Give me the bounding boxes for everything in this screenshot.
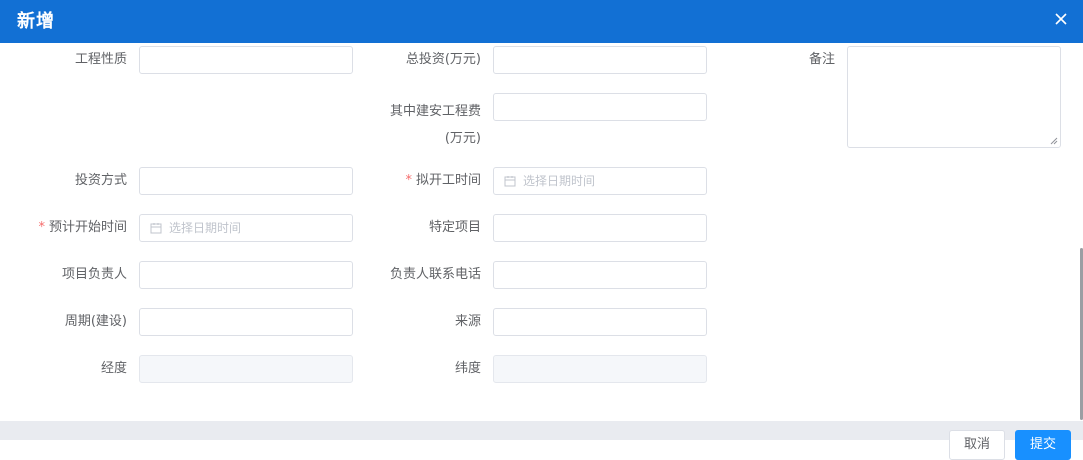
resize-grip-icon[interactable] bbox=[1050, 137, 1058, 145]
source-label: 来源 bbox=[454, 314, 481, 329]
expected-start-time-picker[interactable]: 选择日期时间 bbox=[139, 214, 353, 242]
calendar-icon bbox=[150, 223, 162, 234]
project-lead-label: 项目负责人 bbox=[61, 267, 127, 282]
specific-project-label: 特定项目 bbox=[428, 220, 481, 235]
investment-method-input[interactable] bbox=[139, 167, 353, 195]
construction-period-input[interactable] bbox=[139, 308, 353, 336]
planned-start-time-label-text: 拟开工时间 bbox=[415, 173, 481, 188]
project-nature-input[interactable] bbox=[139, 46, 353, 74]
planned-start-time-picker[interactable]: 选择日期时间 bbox=[493, 167, 707, 195]
construction-period-label: 周期(建设) bbox=[64, 314, 127, 329]
longitude-input bbox=[139, 355, 353, 383]
cancel-button[interactable]: 取消 bbox=[949, 430, 1005, 460]
lead-phone-input[interactable] bbox=[493, 261, 707, 289]
remarks-textarea[interactable] bbox=[847, 46, 1061, 148]
longitude-label: 经度 bbox=[100, 361, 127, 376]
remarks-label: 备注 bbox=[808, 52, 835, 67]
latitude-input bbox=[493, 355, 707, 383]
expected-start-time-placeholder: 选择日期时间 bbox=[169, 221, 242, 235]
construction-cost-input[interactable] bbox=[493, 93, 707, 121]
specific-project-input[interactable] bbox=[493, 214, 707, 242]
close-icon[interactable] bbox=[1051, 9, 1071, 29]
total-investment-label: 总投资(万元) bbox=[405, 52, 481, 67]
investment-method-label: 投资方式 bbox=[74, 173, 127, 188]
project-lead-input[interactable] bbox=[139, 261, 353, 289]
construction-cost-label: 其中建安工程费 (万元) bbox=[360, 98, 481, 152]
required-mark: * bbox=[405, 173, 412, 188]
expected-start-time-label-text: 预计开始时间 bbox=[48, 220, 127, 235]
dialog-header: 新增 bbox=[0, 0, 1083, 43]
submit-button[interactable]: 提交 bbox=[1015, 430, 1071, 460]
dialog-footer: 取消 提交 bbox=[0, 421, 1083, 460]
construction-cost-label-line2: (万元) bbox=[444, 131, 481, 146]
source-input[interactable] bbox=[493, 308, 707, 336]
lead-phone-label: 负责人联系电话 bbox=[389, 267, 481, 282]
expected-start-time-label: * 预计开始时间 bbox=[20, 219, 127, 237]
planned-start-time-placeholder: 选择日期时间 bbox=[523, 174, 596, 188]
latitude-label: 纬度 bbox=[454, 361, 481, 376]
project-nature-label: 工程性质 bbox=[74, 52, 127, 67]
total-investment-input[interactable] bbox=[493, 46, 707, 74]
planned-start-time-label: * 拟开工时间 bbox=[370, 172, 481, 190]
dialog-title: 新增 bbox=[17, 11, 55, 32]
required-mark: * bbox=[38, 220, 45, 235]
construction-cost-label-line1: 其中建安工程费 bbox=[389, 104, 481, 119]
calendar-icon bbox=[504, 176, 516, 187]
